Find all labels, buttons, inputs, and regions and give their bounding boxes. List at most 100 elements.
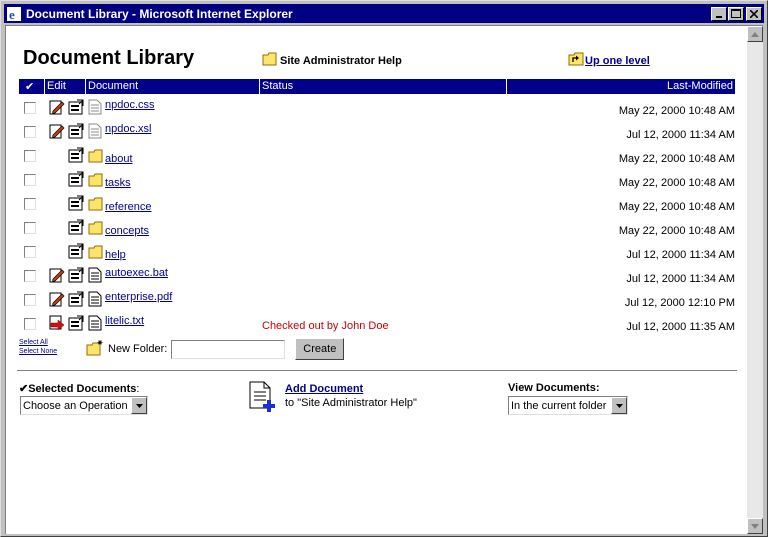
properties-icon[interactable] xyxy=(68,195,84,211)
document-link[interactable]: reference xyxy=(105,201,151,213)
svg-text:e: e xyxy=(9,7,15,22)
close-button[interactable] xyxy=(746,6,762,21)
row-checkbox[interactable] xyxy=(24,150,36,162)
col-status: Status xyxy=(262,80,294,92)
document-link[interactable]: litelic.txt xyxy=(105,315,144,327)
view-documents-select[interactable]: In the current folder xyxy=(508,396,628,415)
edit-icon[interactable] xyxy=(49,123,65,139)
help-link[interactable]: Site Administrator Help xyxy=(262,52,402,69)
row-checkbox[interactable] xyxy=(24,102,36,114)
properties-icon[interactable] xyxy=(68,219,84,235)
row-checkbox[interactable] xyxy=(24,198,36,210)
edit-icon[interactable] xyxy=(49,291,65,307)
operation-select-value: Choose an Operation xyxy=(23,399,128,412)
last-modified: May 22, 2000 10:48 AM xyxy=(618,177,735,189)
table-row: autoexec.bat Jul 12, 2000 11:34 AM xyxy=(19,264,735,288)
row-checkbox[interactable] xyxy=(24,270,36,282)
check-all-icon[interactable]: ✔ xyxy=(25,80,34,93)
minimize-button[interactable] xyxy=(711,6,727,21)
selected-documents-label: ✔Selected Documents: xyxy=(19,383,140,395)
add-document-link[interactable]: Add Document xyxy=(285,383,363,395)
add-document[interactable]: Add Document to "Site Administrator Help… xyxy=(247,381,417,416)
up-folder-icon xyxy=(568,52,585,69)
document-icon xyxy=(88,123,104,139)
table-row: reference May 22, 2000 10:48 AM xyxy=(19,192,735,216)
page-content: Document Library Site Administrator Help… xyxy=(5,25,763,534)
row-checkbox[interactable] xyxy=(24,246,36,258)
table-row: litelic.txt Checked out by John Doe Jul 12… xyxy=(19,312,735,336)
document-link[interactable]: tasks xyxy=(105,177,131,189)
last-modified: Jul 12, 2000 11:34 AM xyxy=(626,249,735,261)
document-icon xyxy=(88,267,104,283)
create-button[interactable]: Create xyxy=(295,338,345,360)
new-folder-input[interactable] xyxy=(171,339,286,359)
window-title: Document Library - Microsoft Internet Ex… xyxy=(26,6,293,21)
new-folder-label: New Folder: xyxy=(108,343,168,355)
help-link-label: Site Administrator Help xyxy=(280,54,402,67)
browser-window: e Document Library - Microsoft Internet … xyxy=(0,0,768,537)
table-row: enterprise.pdf Jul 12, 2000 12:10 PM xyxy=(19,288,735,312)
table-row: npdoc.css May 22, 2000 10:48 AM xyxy=(19,96,735,120)
properties-icon[interactable] xyxy=(68,243,84,259)
add-document-target: to "Site Administrator Help" xyxy=(285,397,417,409)
row-checkbox[interactable] xyxy=(24,126,36,138)
row-checkbox[interactable] xyxy=(24,174,36,186)
select-all-link[interactable]: Select All xyxy=(19,338,57,347)
document-link[interactable]: npdoc.xsl xyxy=(105,123,151,135)
table-row: tasks May 22, 2000 10:48 AM xyxy=(19,168,735,192)
properties-icon[interactable] xyxy=(68,99,84,115)
document-link[interactable]: help xyxy=(105,249,126,261)
last-modified: Jul 12, 2000 12:10 PM xyxy=(624,297,735,309)
document-link[interactable]: autoexec.bat xyxy=(105,267,168,279)
folder-icon xyxy=(88,245,104,261)
scroll-up-button[interactable] xyxy=(747,26,763,42)
table-row: about May 22, 2000 10:48 AM xyxy=(19,144,735,168)
properties-icon[interactable] xyxy=(68,123,84,139)
check-in-icon[interactable] xyxy=(49,315,65,331)
select-none-link[interactable]: Select None xyxy=(19,347,57,356)
new-folder-form: New Folder: Create xyxy=(86,338,345,360)
up-one-level-link[interactable]: Up one level xyxy=(568,52,650,69)
document-link[interactable]: npdoc.css xyxy=(105,99,155,111)
last-modified: Jul 12, 2000 11:35 AM xyxy=(626,321,735,333)
edit-icon[interactable] xyxy=(49,267,65,283)
properties-icon[interactable] xyxy=(68,147,84,163)
maximize-button[interactable] xyxy=(728,6,744,21)
table-row: concepts May 22, 2000 10:48 AM xyxy=(19,216,735,240)
ie-icon: e xyxy=(6,6,22,22)
operation-select[interactable]: Choose an Operation xyxy=(20,396,148,415)
row-checkbox[interactable] xyxy=(24,294,36,306)
document-link[interactable]: about xyxy=(105,153,133,165)
edit-icon[interactable] xyxy=(49,99,65,115)
folder-icon xyxy=(88,197,104,213)
view-documents-label: View Documents: xyxy=(508,382,600,394)
divider xyxy=(17,370,737,372)
last-modified: Jul 12, 2000 11:34 AM xyxy=(626,129,735,141)
folder-icon xyxy=(88,173,104,189)
status-text: Checked out by John Doe xyxy=(262,320,389,332)
row-checkbox[interactable] xyxy=(24,222,36,234)
last-modified: May 22, 2000 10:48 AM xyxy=(618,153,735,165)
col-edit: Edit xyxy=(47,80,66,92)
folder-icon xyxy=(88,221,104,237)
last-modified: Jul 12, 2000 11:34 AM xyxy=(626,273,735,285)
properties-icon[interactable] xyxy=(68,171,84,187)
col-document: Document xyxy=(88,80,139,92)
page-title: Document Library xyxy=(23,47,195,69)
properties-icon[interactable] xyxy=(68,267,84,283)
folder-icon xyxy=(88,149,104,165)
checkmark-icon: ✔ xyxy=(19,383,29,395)
row-checkbox[interactable] xyxy=(24,318,36,330)
table-row: npdoc.xsl Jul 12, 2000 11:34 AM xyxy=(19,120,735,144)
document-link[interactable]: concepts xyxy=(105,225,149,237)
document-icon xyxy=(88,99,104,115)
title-bar: e Document Library - Microsoft Internet … xyxy=(4,4,764,23)
new-folder-icon xyxy=(86,339,104,359)
properties-icon[interactable] xyxy=(68,315,84,331)
scroll-down-button[interactable] xyxy=(747,518,763,534)
properties-icon[interactable] xyxy=(68,291,84,307)
table-header: ✔ Edit Document Status Last-Modified xyxy=(19,79,735,94)
col-last-modified: Last-Modified xyxy=(666,80,733,92)
document-link[interactable]: enterprise.pdf xyxy=(105,291,172,303)
vertical-scrollbar[interactable] xyxy=(747,26,763,534)
